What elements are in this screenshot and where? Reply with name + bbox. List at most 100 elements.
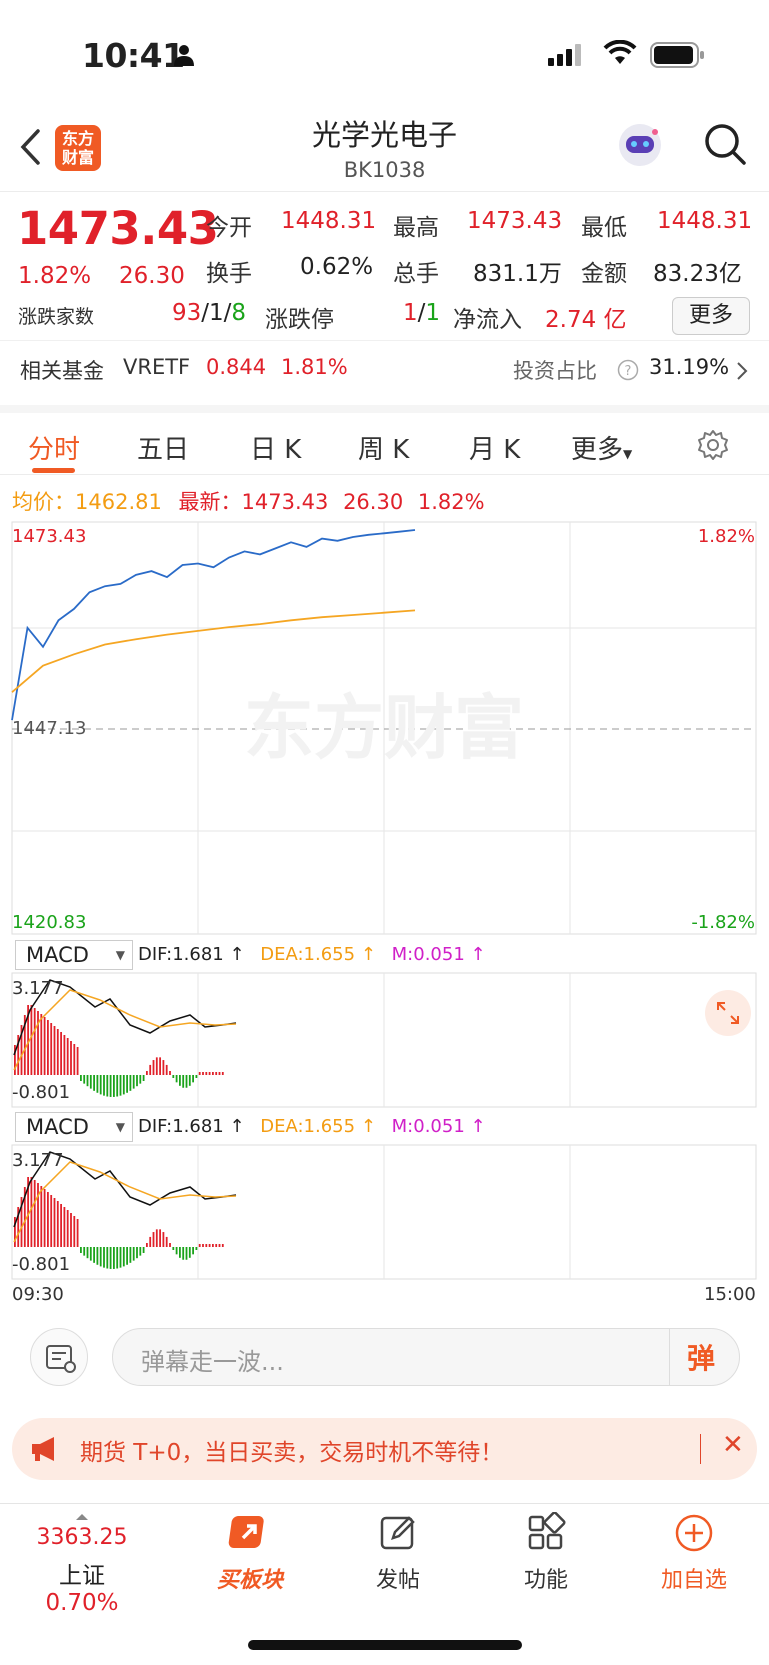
tab-monthly-k[interactable]: 月 K [469, 429, 520, 466]
index-value: 3363.25 [36, 1525, 128, 1550]
macd-bar [132, 1247, 135, 1261]
macd-bar [66, 1038, 69, 1075]
latest-pct: 1.82% [417, 490, 485, 514]
index-ticker[interactable]: 3363.25 上证 0.70% [22, 1506, 142, 1616]
tab-more[interactable]: 更多▼ [571, 429, 632, 466]
add-watchlist-button[interactable]: 加自选 [634, 1512, 754, 1594]
search-icon[interactable] [703, 122, 747, 166]
macd-bar [205, 1072, 208, 1075]
macd-bar [182, 1075, 185, 1088]
macd-bar [40, 1186, 43, 1247]
macd-bar [142, 1075, 145, 1081]
macd-bar [172, 1247, 175, 1250]
intraday-chart[interactable]: 东方财富 1473.43 1447.13 1420.83 1.82% -1.82… [0, 515, 769, 1305]
buy-sector-label: 买板块 [216, 1568, 283, 1593]
robot-assistant-icon[interactable] [615, 120, 665, 170]
volume-value: 831.1万 [473, 261, 562, 287]
amount-value: 83.23亿 [653, 261, 742, 287]
y-mid-label: 1447.13 [12, 718, 86, 739]
fund-label: 相关基金 [20, 359, 104, 383]
buy-sector-icon [228, 1516, 264, 1548]
expand-icon[interactable] [705, 990, 751, 1036]
danmu-settings-button[interactable] [30, 1328, 88, 1386]
macd-bar [106, 1075, 109, 1097]
help-icon[interactable]: ? [617, 359, 639, 381]
macd-bar [169, 1071, 171, 1075]
macd-bar [83, 1247, 86, 1256]
macd-bar [136, 1075, 138, 1087]
high-label: 最高 [393, 215, 439, 241]
macd-indicator-select-2[interactable]: MACD ▼ [15, 1112, 133, 1142]
buy-sector-button[interactable]: 买板块 [190, 1512, 310, 1594]
macd-bar [202, 1244, 204, 1247]
add-circle-icon [675, 1514, 713, 1552]
macd-bar [218, 1244, 221, 1247]
active-tab-indicator [32, 468, 75, 473]
macd-bar [73, 1216, 76, 1247]
netflow-value: 2.74 亿 [545, 307, 627, 333]
tab-daily-k[interactable]: 日 K [250, 429, 301, 466]
macd-bar [159, 1057, 161, 1075]
macd-bar [126, 1247, 128, 1265]
macd-bar [146, 1071, 148, 1075]
macd-bar [73, 1044, 76, 1075]
more-button[interactable]: 更多 [672, 297, 750, 335]
latest-label: 最新： [178, 490, 242, 514]
avg-value: 1462.81 [75, 490, 162, 514]
macd-bar [122, 1247, 125, 1267]
volume-label: 总手 [393, 261, 439, 287]
status-bar: 10:41 [0, 0, 769, 100]
gear-icon[interactable] [697, 429, 729, 461]
danmu-input[interactable]: 弹幕走一波... 弹 [112, 1328, 740, 1386]
macd-bar [43, 1017, 46, 1075]
nav-header: 东方财富 光学光电子 BK1038 [0, 100, 769, 192]
turnover-value: 0.62% [300, 254, 374, 280]
tab-intraday[interactable]: 分时 [28, 429, 80, 466]
tab-weekly-k[interactable]: 周 K [358, 429, 409, 466]
current-price: 1473.43 [17, 202, 219, 255]
macd-bar [103, 1247, 105, 1268]
macd-bar [99, 1075, 102, 1095]
macd-bar [119, 1247, 122, 1268]
promo-banner[interactable]: 期货 T+0，当日买卖，交易时机不等待！ ✕ [12, 1418, 757, 1480]
fund-price: 0.844 [206, 355, 267, 379]
limit-down-count: 1 [425, 300, 441, 326]
danmu-send-button[interactable]: 弹 [687, 1337, 715, 1377]
latest-change: 26.30 [343, 490, 404, 514]
macd-bar [37, 1183, 39, 1247]
macd-bar [192, 1075, 194, 1083]
macd-bar [116, 1247, 119, 1269]
macd-bar [109, 1247, 112, 1269]
chevron-right-icon [737, 362, 748, 380]
avg-price-line [11, 609, 416, 693]
macd-bar [50, 1023, 53, 1075]
post-button[interactable]: 发帖 [338, 1512, 458, 1594]
macd-bar [179, 1247, 181, 1258]
tab-five-day[interactable]: 五日 [137, 429, 189, 466]
macd-bar [218, 1072, 221, 1075]
macd-bar [66, 1210, 69, 1247]
home-indicator [248, 1640, 522, 1650]
macd-bar [70, 1041, 72, 1075]
macd-indicator-select[interactable]: MACD ▼ [15, 940, 133, 970]
macd-bar [188, 1247, 191, 1258]
macd-bar [40, 1014, 43, 1075]
y-top-label: 1473.43 [12, 526, 86, 547]
close-icon[interactable]: ✕ [722, 1430, 744, 1460]
macd-bar [185, 1247, 188, 1260]
macd-select-label: MACD [26, 943, 89, 967]
macd-bar [152, 1232, 155, 1247]
macd-bar [30, 1005, 33, 1075]
macd-bar [43, 1189, 46, 1247]
macd-bar [47, 1192, 49, 1247]
macd-bar [53, 1026, 56, 1075]
weight-label: 投资占比 [513, 359, 597, 383]
macd-bar [159, 1229, 161, 1247]
functions-button[interactable]: 功能 [486, 1511, 606, 1594]
macd2-top-label: 3.177 [12, 1150, 64, 1171]
divider [669, 1329, 670, 1385]
signal-icon [548, 44, 581, 66]
related-fund-row[interactable]: 相关基金 VRETF 0.844 1.81% 投资占比 ? 31.19% [0, 340, 769, 404]
macd-m: M:0.051 ↑ [391, 944, 486, 965]
breadth-values: 93/1/8 [172, 300, 247, 326]
